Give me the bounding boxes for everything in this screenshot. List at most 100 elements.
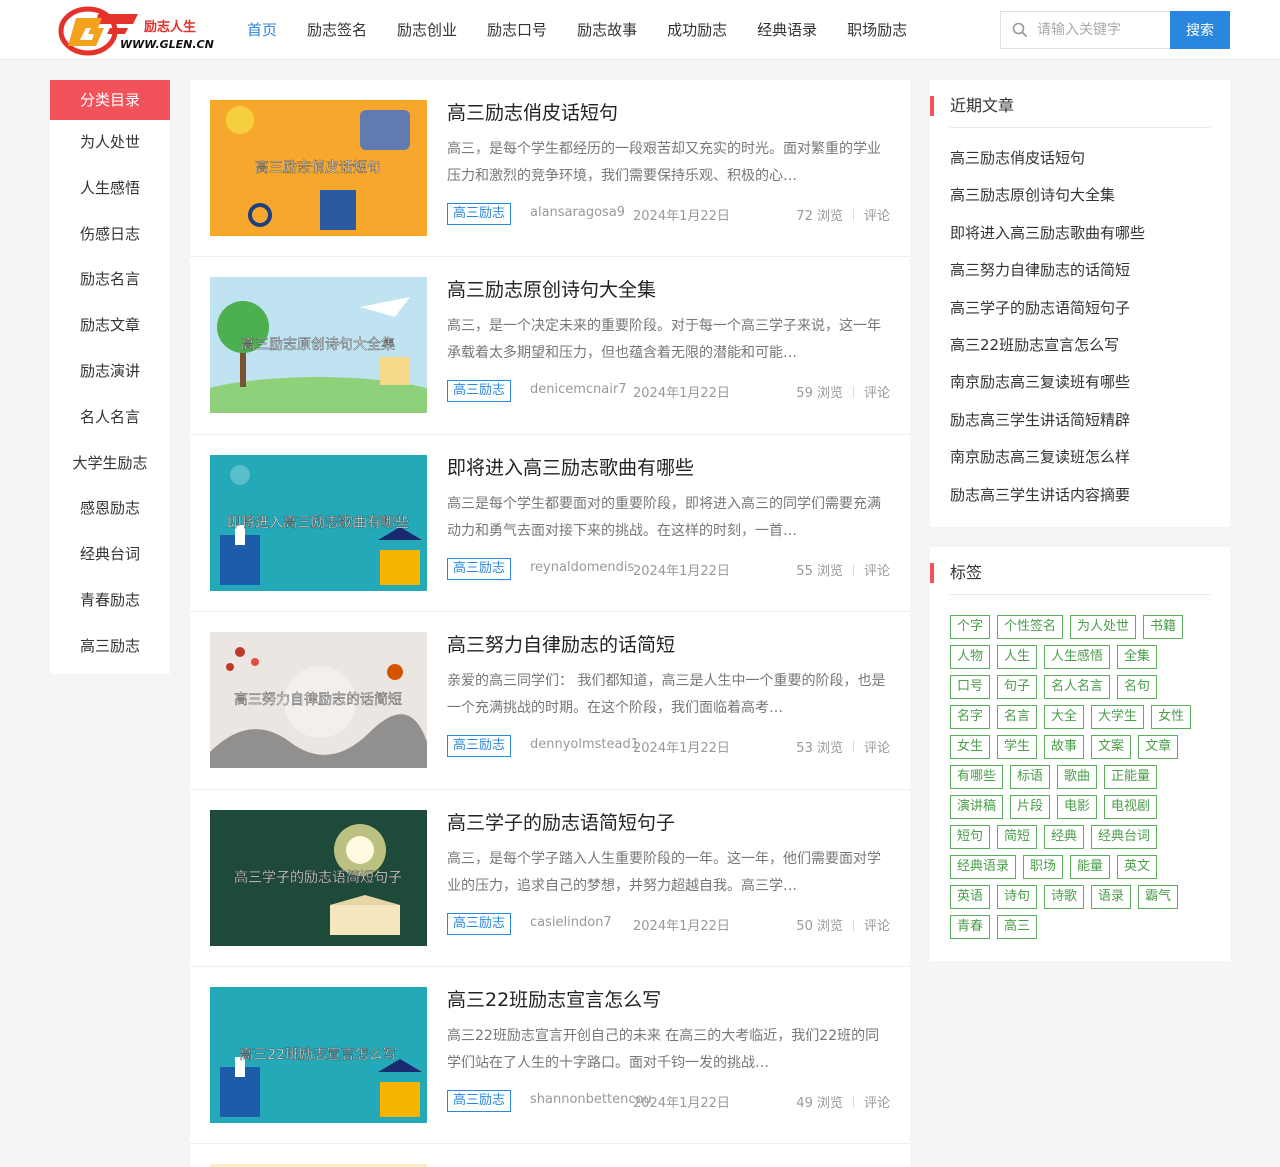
article-comments-link[interactable]: 评论: [864, 741, 890, 756]
article-title[interactable]: 高三22班励志宣言怎么写: [447, 985, 661, 1012]
tag-link[interactable]: 文章: [1138, 735, 1179, 759]
nav-item-success[interactable]: 成功励志: [652, 0, 742, 60]
article-category-tag[interactable]: 高三励志: [447, 203, 512, 225]
recent-post-link[interactable]: 励志高三学生讲话简短精辟: [950, 402, 1210, 439]
tag-link[interactable]: 经典语录: [950, 855, 1017, 879]
category-item[interactable]: 高三励志: [50, 624, 170, 670]
tag-link[interactable]: 职场: [1023, 855, 1064, 879]
tag-link[interactable]: 短句: [950, 825, 991, 849]
tag-link[interactable]: 书籍: [1143, 615, 1184, 639]
tag-link[interactable]: 句子: [997, 675, 1038, 699]
tag-link[interactable]: 人物: [950, 645, 991, 669]
recent-post-link[interactable]: 高三努力自律励志的话简短: [950, 252, 1210, 289]
article-category-tag[interactable]: 高三励志: [447, 912, 512, 935]
tag-link[interactable]: 演讲稿: [950, 795, 1004, 819]
tag-link[interactable]: 学生: [997, 735, 1038, 759]
nav-item-startup[interactable]: 励志创业: [382, 0, 472, 60]
recent-post-link[interactable]: 即将进入高三励志歌曲有哪些: [950, 215, 1210, 252]
tag-link[interactable]: 人生: [997, 645, 1038, 669]
tag-link[interactable]: 高三: [997, 915, 1038, 939]
category-item[interactable]: 励志文章: [50, 303, 170, 349]
tag-link[interactable]: 女生: [950, 735, 991, 759]
category-item[interactable]: 励志名言: [50, 257, 170, 303]
article-thumbnail[interactable]: 高三励志俏皮话短句: [210, 100, 427, 236]
tag-link[interactable]: 文案: [1091, 735, 1132, 759]
tag-link[interactable]: 诗歌: [1044, 885, 1085, 909]
tag-link[interactable]: 为人处世: [1070, 615, 1137, 639]
tag-link[interactable]: 有哪些: [950, 765, 1004, 789]
recent-post-link[interactable]: 南京励志高三复读班有哪些: [950, 364, 1210, 401]
tag-link[interactable]: 大学生: [1091, 705, 1145, 729]
article-comments-link[interactable]: 评论: [864, 386, 890, 401]
tag-link[interactable]: 故事: [1044, 735, 1085, 759]
category-item[interactable]: 经典台词: [50, 532, 170, 578]
article-title[interactable]: 高三学子的励志语简短句子: [447, 808, 675, 835]
tag-link[interactable]: 英文: [1117, 855, 1158, 879]
category-item[interactable]: 人生感悟: [50, 166, 170, 212]
recent-post-link[interactable]: 励志高三学生讲话内容摘要: [950, 477, 1210, 514]
article-title[interactable]: 高三努力自律励志的话简短: [447, 630, 675, 657]
category-item[interactable]: 感恩励志: [50, 486, 170, 532]
tag-link[interactable]: 个性签名: [997, 615, 1064, 639]
tag-link[interactable]: 霸气: [1138, 885, 1179, 909]
tag-link[interactable]: 经典台词: [1091, 825, 1158, 849]
tag-link[interactable]: 人生感悟: [1044, 645, 1111, 669]
article-comments-link[interactable]: 评论: [864, 209, 890, 224]
tag-link[interactable]: 能量: [1070, 855, 1111, 879]
article-thumbnail[interactable]: 高三努力自律励志的话简短: [210, 632, 427, 769]
search-button[interactable]: 搜索: [1170, 11, 1230, 49]
article-category-tag[interactable]: 高三励志: [447, 380, 512, 403]
article-comments-link[interactable]: 评论: [864, 564, 890, 579]
tag-link[interactable]: 标语: [1010, 765, 1051, 789]
article-category-tag[interactable]: 高三励志: [447, 1089, 512, 1112]
search-input[interactable]: [1037, 12, 1167, 48]
tag-link[interactable]: 英语: [950, 885, 991, 909]
category-item[interactable]: 大学生励志: [50, 441, 170, 487]
article-category-tag[interactable]: 高三励志: [447, 557, 512, 580]
recent-post-link[interactable]: 高三励志俏皮话短句: [950, 140, 1210, 177]
nav-item-workplace[interactable]: 职场励志: [832, 0, 922, 60]
tag-link[interactable]: 青春: [950, 915, 991, 939]
nav-item-stories[interactable]: 励志故事: [562, 0, 652, 60]
tag-link[interactable]: 大全: [1044, 705, 1085, 729]
tag-link[interactable]: 正能量: [1104, 765, 1158, 789]
tag-link[interactable]: 全集: [1117, 645, 1158, 669]
tag-link[interactable]: 电影: [1057, 795, 1098, 819]
article-title[interactable]: 高三励志俏皮话短句: [447, 98, 618, 125]
article-thumbnail[interactable]: 高三学子的励志语简短句子: [210, 809, 427, 946]
article-thumbnail[interactable]: 高三22班励志宣言怎么写: [210, 986, 427, 1123]
recent-post-link[interactable]: 南京励志高三复读班怎么样: [950, 439, 1210, 476]
recent-post-link[interactable]: 高三22班励志宣言怎么写: [950, 327, 1210, 364]
nav-item-home[interactable]: 首页: [232, 0, 292, 60]
tag-link[interactable]: 名句: [1117, 675, 1158, 699]
tag-link[interactable]: 名字: [950, 705, 991, 729]
article-thumbnail[interactable]: 高三励志原创诗句大全集: [210, 277, 427, 414]
article-thumbnail[interactable]: 即将进入高三励志歌曲有哪些: [210, 454, 427, 591]
nav-item-slogan[interactable]: 励志口号: [472, 0, 562, 60]
recent-post-link[interactable]: 高三励志原创诗句大全集: [950, 177, 1210, 214]
tag-link[interactable]: 名人名言: [1044, 675, 1111, 699]
article-category-tag[interactable]: 高三励志: [447, 735, 512, 758]
tag-link[interactable]: 名言: [997, 705, 1038, 729]
tag-link[interactable]: 经典: [1044, 825, 1085, 849]
article-comments-link[interactable]: 评论: [864, 1096, 890, 1111]
category-item[interactable]: 为人处世: [50, 120, 170, 166]
article-title[interactable]: 即将进入高三励志歌曲有哪些: [447, 453, 694, 480]
tag-link[interactable]: 个字: [950, 615, 991, 639]
tag-link[interactable]: 简短: [997, 825, 1038, 849]
tag-link[interactable]: 语录: [1091, 885, 1132, 909]
recent-post-link[interactable]: 高三学子的励志语简短句子: [950, 290, 1210, 327]
nav-item-quotes[interactable]: 经典语录: [742, 0, 832, 60]
tag-link[interactable]: 歌曲: [1057, 765, 1098, 789]
category-item[interactable]: 伤感日志: [50, 212, 170, 258]
category-item[interactable]: 励志演讲: [50, 349, 170, 395]
article-title[interactable]: 高三励志原创诗句大全集: [447, 275, 656, 302]
category-item[interactable]: 名人名言: [50, 395, 170, 441]
article-comments-link[interactable]: 评论: [864, 919, 890, 934]
tag-link[interactable]: 片段: [1010, 795, 1051, 819]
tag-link[interactable]: 女性: [1151, 705, 1192, 729]
nav-item-signature[interactable]: 励志签名: [292, 0, 382, 60]
tag-link[interactable]: 电视剧: [1104, 795, 1158, 819]
tag-link[interactable]: 诗句: [997, 885, 1038, 909]
category-item[interactable]: 青春励志: [50, 578, 170, 624]
